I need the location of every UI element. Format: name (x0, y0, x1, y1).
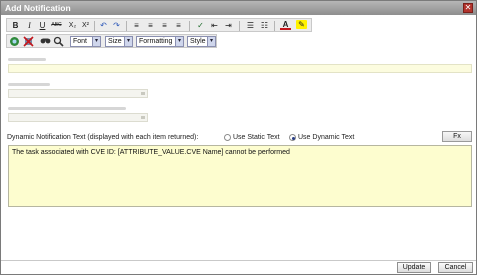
use-dynamic-text-radio[interactable] (289, 134, 296, 141)
toolbar-separator (239, 21, 240, 31)
size-dropdown-value: Size (108, 38, 122, 45)
title-bar: Add Notification ✕ (1, 1, 476, 15)
subscript-button[interactable]: X₂ (67, 20, 78, 31)
superscript-button[interactable]: X² (80, 20, 91, 31)
formatting-toolbar: B I U ABC X₂ X² ↶ ↷ ≡ ≡ ≡ ≡ ✓ ⇤ ⇥ ☰ ☷ A … (6, 18, 312, 32)
align-justify-icon[interactable]: ≡ (173, 20, 184, 31)
indent-icon[interactable]: ⇥ (223, 20, 234, 31)
use-static-text-label[interactable]: Use Static Text (233, 134, 280, 141)
size-dropdown[interactable]: Size ▾ (105, 36, 133, 47)
font-dropdown[interactable]: Font ▾ (70, 36, 101, 47)
add-notification-dialog: Add Notification ✕ B I U ABC X₂ X² ↶ ↷ ≡… (0, 0, 477, 275)
chevron-down-icon: ▾ (175, 37, 183, 46)
bold-button[interactable]: B (10, 20, 21, 31)
cancel-button[interactable]: Cancel (438, 262, 473, 273)
obscured-field-label (8, 83, 50, 86)
chevron-down-icon: ▾ (92, 37, 100, 46)
align-left-icon[interactable]: ≡ (131, 20, 142, 31)
obscured-select[interactable] (8, 113, 148, 122)
toolbar-separator (274, 21, 275, 31)
fx-button[interactable]: Fx (442, 131, 472, 142)
obscured-text-field[interactable] (8, 64, 472, 73)
outdent-icon[interactable]: ⇤ (209, 20, 220, 31)
bullet-list-icon[interactable]: ☰ (245, 20, 256, 31)
align-center-icon[interactable]: ≡ (145, 20, 156, 31)
formatting-dropdown-value: Formatting (139, 38, 173, 45)
undo-icon[interactable]: ↶ (98, 20, 109, 31)
find-icon[interactable] (40, 36, 51, 47)
use-static-text-radio[interactable] (224, 134, 231, 141)
font-dropdown-value: Font (73, 38, 88, 45)
footer-divider (1, 260, 476, 261)
numbered-list-icon[interactable]: ☷ (259, 20, 270, 31)
align-right-icon[interactable]: ≡ (159, 20, 170, 31)
close-icon[interactable]: ✕ (463, 3, 473, 13)
formatting-dropdown[interactable]: Formatting ▾ (136, 36, 184, 47)
insert-image-icon[interactable] (9, 36, 20, 47)
insert-toolbar: Font ▾ Size ▾ Formatting ▾ Style ▾ (6, 34, 217, 48)
toolbar-separator (94, 21, 95, 31)
obscured-field-label (8, 107, 126, 110)
dynamic-text-label: Dynamic Notification Text (displayed wit… (7, 134, 199, 141)
toolbar-separator (189, 21, 190, 31)
chevron-down-icon: ▾ (124, 37, 132, 46)
remove-link-icon[interactable] (23, 36, 34, 47)
highlight-icon[interactable]: ✎ (296, 20, 307, 29)
font-color-icon[interactable]: A (280, 20, 291, 30)
underline-button[interactable]: U (37, 20, 48, 31)
obscured-field-label (8, 58, 46, 61)
zoom-icon[interactable] (53, 36, 64, 47)
redo-icon[interactable]: ↷ (111, 20, 122, 31)
obscured-select[interactable] (8, 89, 148, 98)
chevron-down-icon: ▾ (207, 37, 215, 46)
update-button[interactable]: Update (397, 262, 431, 273)
spellcheck-icon[interactable]: ✓ (195, 20, 206, 31)
notification-text-editor[interactable]: The task associated with CVE ID: [ATTRIB… (8, 145, 472, 207)
style-dropdown-value: Style (190, 38, 206, 45)
style-dropdown[interactable]: Style ▾ (187, 36, 216, 47)
italic-button[interactable]: I (24, 20, 35, 31)
strikethrough-button[interactable]: ABC (51, 20, 62, 31)
use-dynamic-text-label[interactable]: Use Dynamic Text (298, 134, 354, 141)
dialog-title: Add Notification (5, 3, 71, 13)
toolbar-separator (126, 21, 127, 31)
